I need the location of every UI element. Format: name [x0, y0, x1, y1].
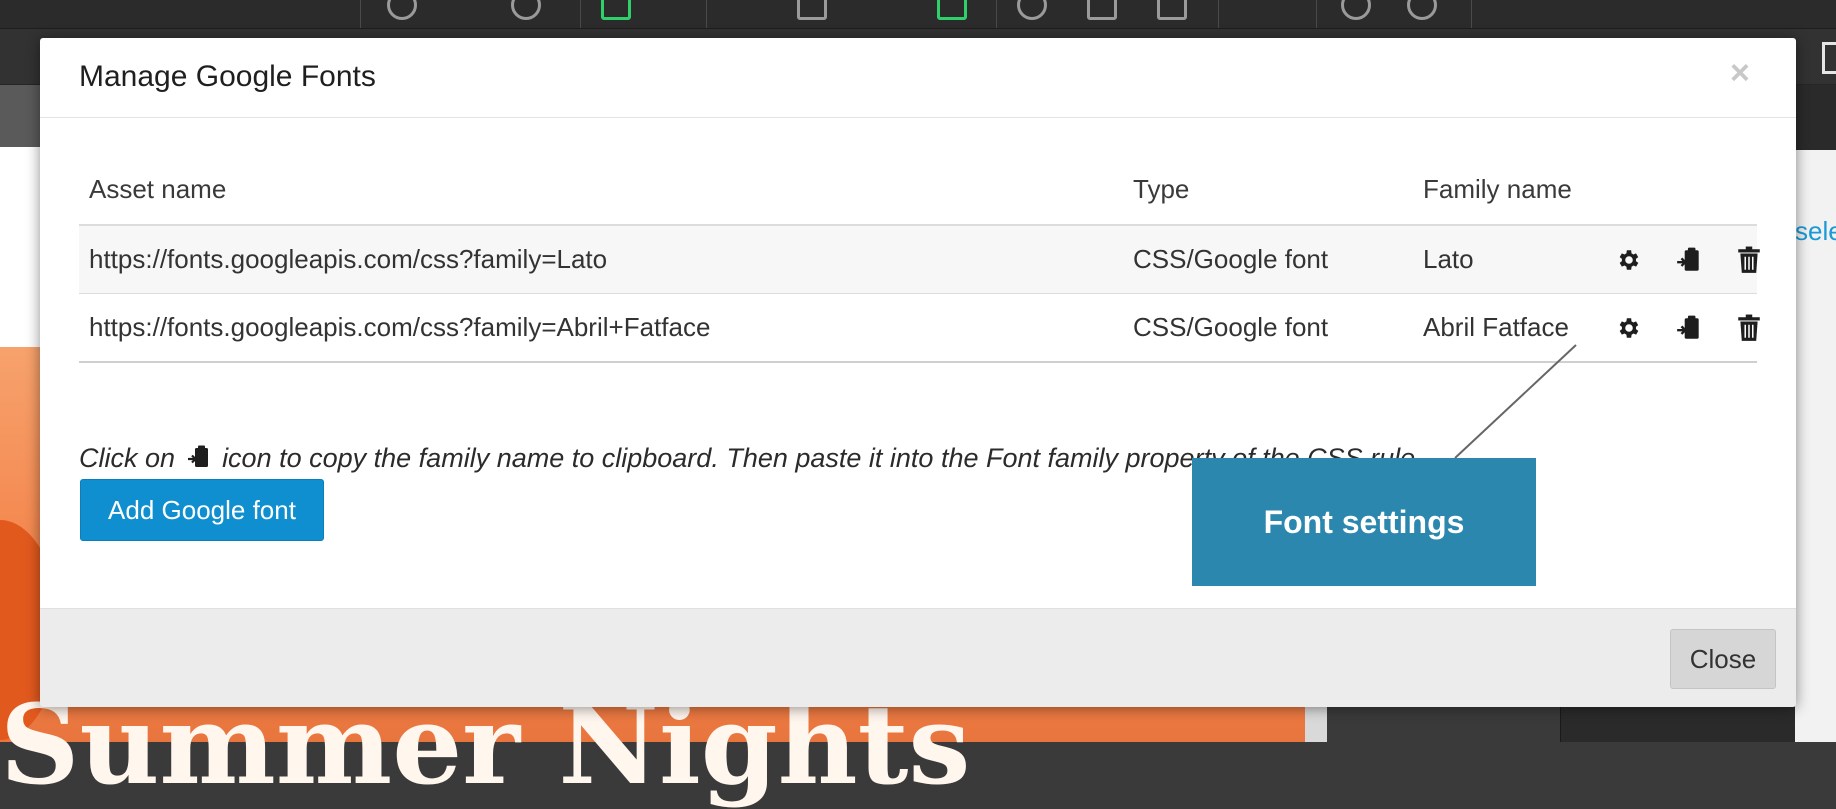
globe-icon[interactable]: [1407, 0, 1437, 20]
close-icon[interactable]: ×: [1730, 56, 1750, 90]
toolbar-group-edit: [706, 0, 997, 28]
asset-name-cell: https://fonts.googleapis.com/css?family=…: [89, 244, 608, 274]
type-cell: CSS/Google font: [1133, 244, 1329, 274]
dialog-title: Manage Google Fonts: [79, 60, 376, 93]
code-view-icon[interactable]: [937, 0, 967, 20]
copy-to-clipboard-icon: [187, 444, 211, 477]
tag-icon[interactable]: [797, 0, 827, 20]
type-cell: CSS/Google font: [1133, 312, 1329, 342]
row-actions: [1614, 294, 1764, 361]
toolbar-group-search: [1316, 0, 1472, 28]
row-actions: [1614, 226, 1764, 293]
toolbar-group-zoom: [360, 0, 581, 28]
dialog-header: Manage Google Fonts ×: [40, 38, 1796, 118]
manage-google-fonts-dialog: Manage Google Fonts × Asset name Type Fa…: [40, 38, 1796, 707]
hint-text-before: Click on: [79, 443, 176, 473]
zoom-out-icon[interactable]: [387, 0, 417, 20]
family-name-cell: Abril Fatface: [1423, 312, 1569, 342]
asset-name-cell: https://fonts.googleapis.com/css?family=…: [89, 312, 711, 342]
table-header: Asset name Type Family name: [79, 154, 1757, 226]
toolbar-group-history: [996, 0, 1219, 28]
dialog-footer: Close: [40, 608, 1796, 707]
gear-icon[interactable]: [1614, 245, 1644, 275]
toolbar-group-add: [1218, 0, 1317, 28]
search-icon[interactable]: [1341, 0, 1371, 20]
trash-icon[interactable]: [1734, 313, 1764, 343]
zoom-in-icon[interactable]: [511, 0, 541, 20]
fullscreen-icon[interactable]: [1822, 42, 1836, 74]
column-header-family[interactable]: Family name: [1423, 154, 1572, 224]
gear-icon[interactable]: [1614, 313, 1644, 343]
column-header-type[interactable]: Type: [1133, 154, 1189, 224]
history-icon[interactable]: [1017, 0, 1047, 20]
close-button[interactable]: Close: [1670, 629, 1776, 689]
table-row[interactable]: https://fonts.googleapis.com/css?family=…: [79, 226, 1760, 294]
duplicate-icon[interactable]: [1157, 0, 1187, 20]
panel-select-link[interactable]: sele: [1795, 216, 1836, 247]
add-google-font-button[interactable]: Add Google font: [80, 479, 324, 541]
copy-to-clipboard-icon[interactable]: [1674, 313, 1704, 343]
camera-icon[interactable]: [1087, 0, 1117, 20]
copy-to-clipboard-icon[interactable]: [1674, 245, 1704, 275]
layout-grid-icon[interactable]: [601, 0, 631, 20]
trash-icon[interactable]: [1734, 245, 1764, 275]
app-toolbar: [0, 0, 1836, 29]
toolbar-group-layout: [580, 0, 707, 28]
family-name-cell: Lato: [1423, 244, 1474, 274]
font-settings-callout: Font settings: [1192, 458, 1536, 586]
canvas-area: [0, 147, 40, 347]
fonts-table: Asset name Type Family name https://font…: [79, 154, 1760, 363]
table-row[interactable]: https://fonts.googleapis.com/css?family=…: [79, 294, 1760, 363]
column-header-asset[interactable]: Asset name: [89, 154, 226, 224]
